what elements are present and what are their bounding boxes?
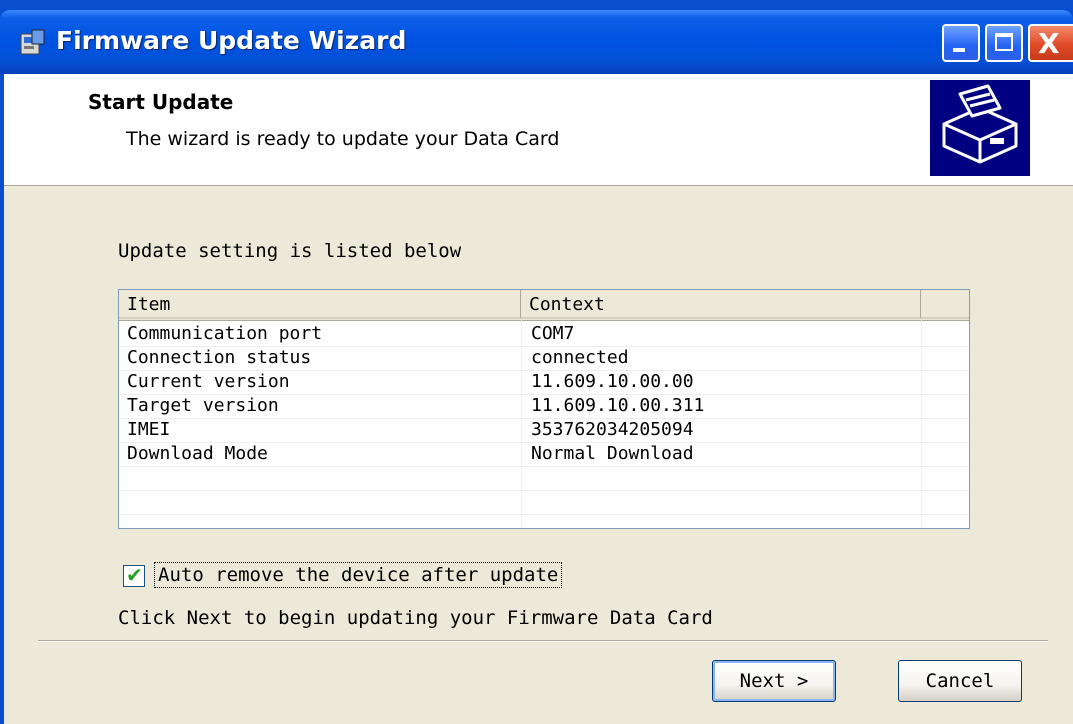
column-header-item[interactable]: Item [119, 290, 521, 319]
close-button[interactable]: X [1028, 24, 1073, 62]
settings-table: Item Context Communication port COM7 Con… [118, 289, 970, 529]
minimize-button[interactable] [942, 24, 980, 62]
cell-item: Communication port [127, 323, 323, 344]
checkmark-icon: ✔ [126, 563, 143, 587]
wizard-window: Firmware Update Wizard X Start Update Th… [0, 0, 1073, 724]
close-icon: X [1038, 27, 1060, 60]
maximize-icon [995, 33, 1013, 51]
cell-item: Target version [127, 395, 279, 416]
next-button[interactable]: Next > [712, 660, 836, 702]
client-area: Start Update The wizard is ready to upda… [4, 74, 1073, 724]
auto-remove-checkbox[interactable]: ✔ [123, 563, 145, 587]
minimize-icon [953, 48, 965, 52]
table-row[interactable]: IMEI 353762034205094 [119, 418, 969, 443]
page-title: Start Update [88, 90, 234, 114]
table-row[interactable]: Current version 11.609.10.00.00 [119, 370, 969, 395]
title-bar[interactable]: Firmware Update Wizard X [0, 10, 1073, 74]
table-header: Item Context [119, 290, 969, 321]
device-install-icon [930, 80, 1030, 176]
table-row[interactable]: Download Mode Normal Download [119, 442, 969, 467]
page-subtitle: The wizard is ready to update your Data … [126, 128, 560, 150]
table-row-empty[interactable] [119, 490, 969, 515]
cell-item: Connection status [127, 347, 312, 368]
column-header-context[interactable]: Context [521, 290, 921, 319]
auto-remove-label[interactable]: Auto remove the device after update [154, 562, 563, 588]
firmware-app-icon[interactable] [18, 28, 48, 58]
table-row[interactable]: Connection status connected [119, 346, 969, 371]
cancel-button[interactable]: Cancel [898, 660, 1022, 702]
column-header-empty[interactable] [921, 290, 969, 319]
cell-item: IMEI [127, 419, 171, 440]
settings-label: Update setting is listed below [118, 240, 462, 262]
cell-context: 353762034205094 [531, 419, 694, 440]
wizard-header: Start Update The wizard is ready to upda… [4, 74, 1073, 186]
cell-context: connected [531, 347, 629, 368]
cell-context: 11.609.10.00.311 [531, 395, 705, 416]
table-row-empty[interactable] [119, 466, 969, 491]
cell-item: Download Mode [127, 443, 268, 464]
cell-context: Normal Download [531, 443, 694, 464]
instruction-text: Click Next to begin updating your Firmwa… [118, 607, 713, 629]
footer-separator [38, 640, 1048, 642]
cell-item: Current version [127, 371, 290, 392]
cell-context: COM7 [531, 323, 575, 344]
maximize-button[interactable] [985, 24, 1023, 62]
table-row[interactable]: Target version 11.609.10.00.311 [119, 394, 969, 419]
table-row[interactable]: Communication port COM7 [119, 322, 969, 347]
cell-context: 11.609.10.00.00 [531, 371, 694, 392]
window-title: Firmware Update Wizard [56, 26, 407, 55]
